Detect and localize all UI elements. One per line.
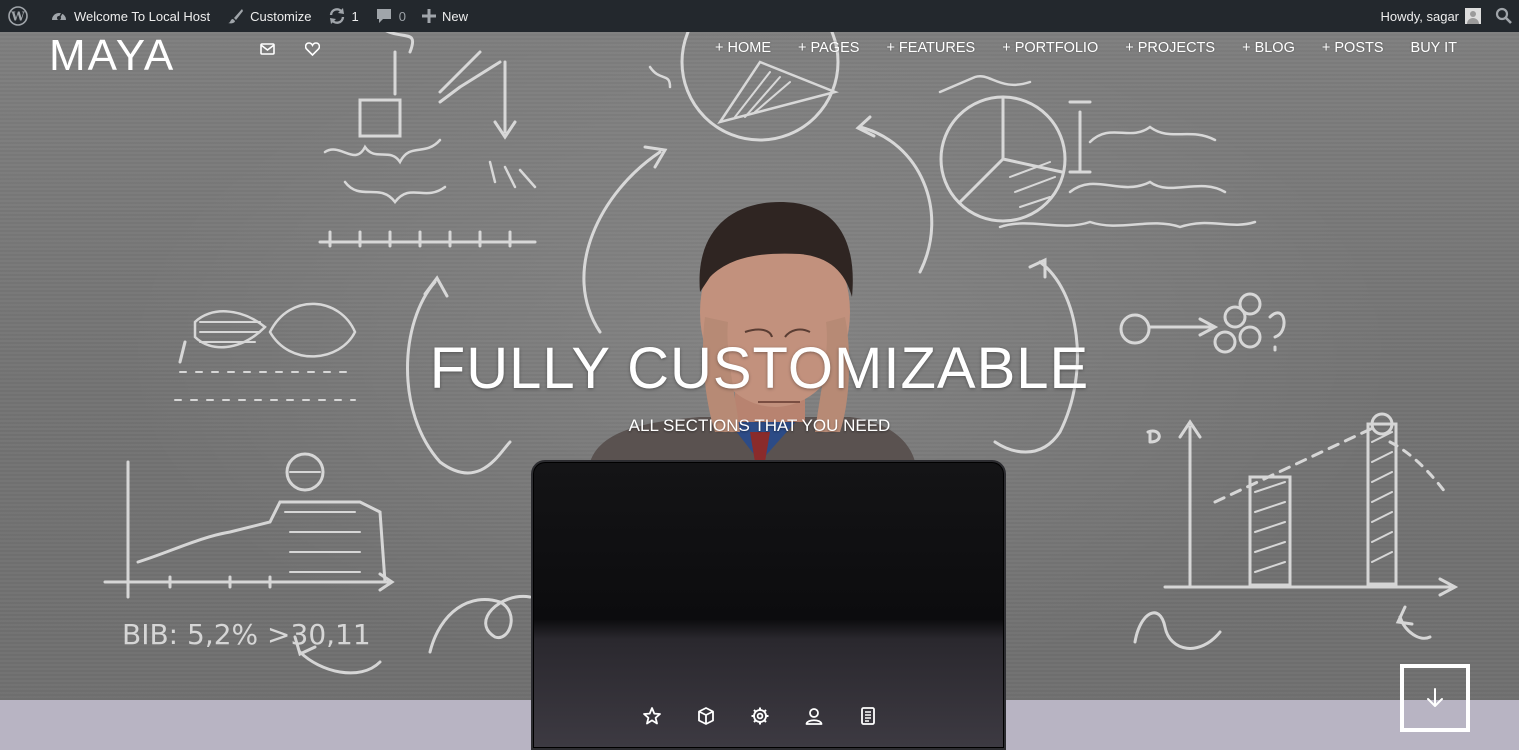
dashboard-icon: [52, 12, 66, 20]
gear-icon[interactable]: [748, 704, 772, 728]
cube-icon[interactable]: [694, 704, 718, 728]
site-name-label: Welcome To Local Host: [74, 8, 211, 24]
comments-link[interactable]: 0: [368, 0, 413, 32]
scroll-down-button[interactable]: [1400, 664, 1470, 732]
document-icon[interactable]: [856, 704, 880, 728]
heart-icon: [304, 42, 320, 56]
nav-pages[interactable]: + PAGES: [798, 40, 859, 56]
main-navigation: + HOME + PAGES + FEATURES + PORTFOLIO + …: [688, 40, 1457, 56]
hero-title: FULLY CUSTOMIZABLE: [429, 336, 1090, 401]
updates-count: 1: [351, 8, 359, 24]
my-account-menu[interactable]: Howdy, sagar: [1373, 0, 1488, 32]
comments-count: 0: [398, 8, 406, 24]
search-icon: [1495, 7, 1512, 24]
avatar: [1465, 8, 1481, 24]
updates-link[interactable]: 1: [321, 0, 366, 32]
site-logo[interactable]: MAYA: [49, 34, 175, 78]
envelope-icon: [259, 43, 275, 55]
wp-admin-bar: W Welcome To Local Host Customize 1 0 Ne…: [0, 0, 1519, 32]
arrow-down-icon: [1427, 688, 1443, 707]
nav-portfolio[interactable]: + PORTFOLIO: [1002, 40, 1098, 56]
wordpress-logo-menu[interactable]: W: [0, 0, 35, 32]
star-icon[interactable]: [640, 704, 664, 728]
nav-home[interactable]: + HOME: [715, 40, 771, 56]
site-name-menu[interactable]: Welcome To Local Host: [43, 0, 217, 32]
nav-features[interactable]: + FEATURES: [886, 40, 975, 56]
nav-buy-it[interactable]: BUY IT: [1411, 40, 1457, 56]
admin-search-button[interactable]: [1488, 0, 1519, 32]
customize-label: Customize: [250, 8, 312, 24]
new-content-menu[interactable]: New: [415, 0, 475, 32]
brush-icon: [228, 9, 244, 24]
plus-icon: [421, 9, 436, 23]
greeting-text: Howdy, sagar: [1380, 8, 1459, 24]
user-icon[interactable]: [802, 704, 826, 728]
updates-icon: [329, 8, 344, 24]
email-link[interactable]: [258, 40, 276, 58]
hero-section: BIB: 5,2% >30,11 MAYA + HOME + PAGES + F…: [0, 32, 1519, 750]
wishlist-link[interactable]: [303, 40, 321, 58]
nav-projects[interactable]: + PROJECTS: [1125, 40, 1215, 56]
nav-posts[interactable]: + POSTS: [1322, 40, 1384, 56]
comment-icon: [376, 9, 391, 23]
customize-link[interactable]: Customize: [221, 0, 318, 32]
wordpress-icon: W: [8, 6, 28, 26]
nav-blog[interactable]: + BLOG: [1242, 40, 1295, 56]
hero-subtitle: ALL SECTIONS THAT YOU NEED: [628, 416, 891, 435]
new-label: New: [441, 8, 468, 24]
feature-icon-row: [640, 704, 910, 728]
svg-text:W: W: [10, 10, 25, 24]
